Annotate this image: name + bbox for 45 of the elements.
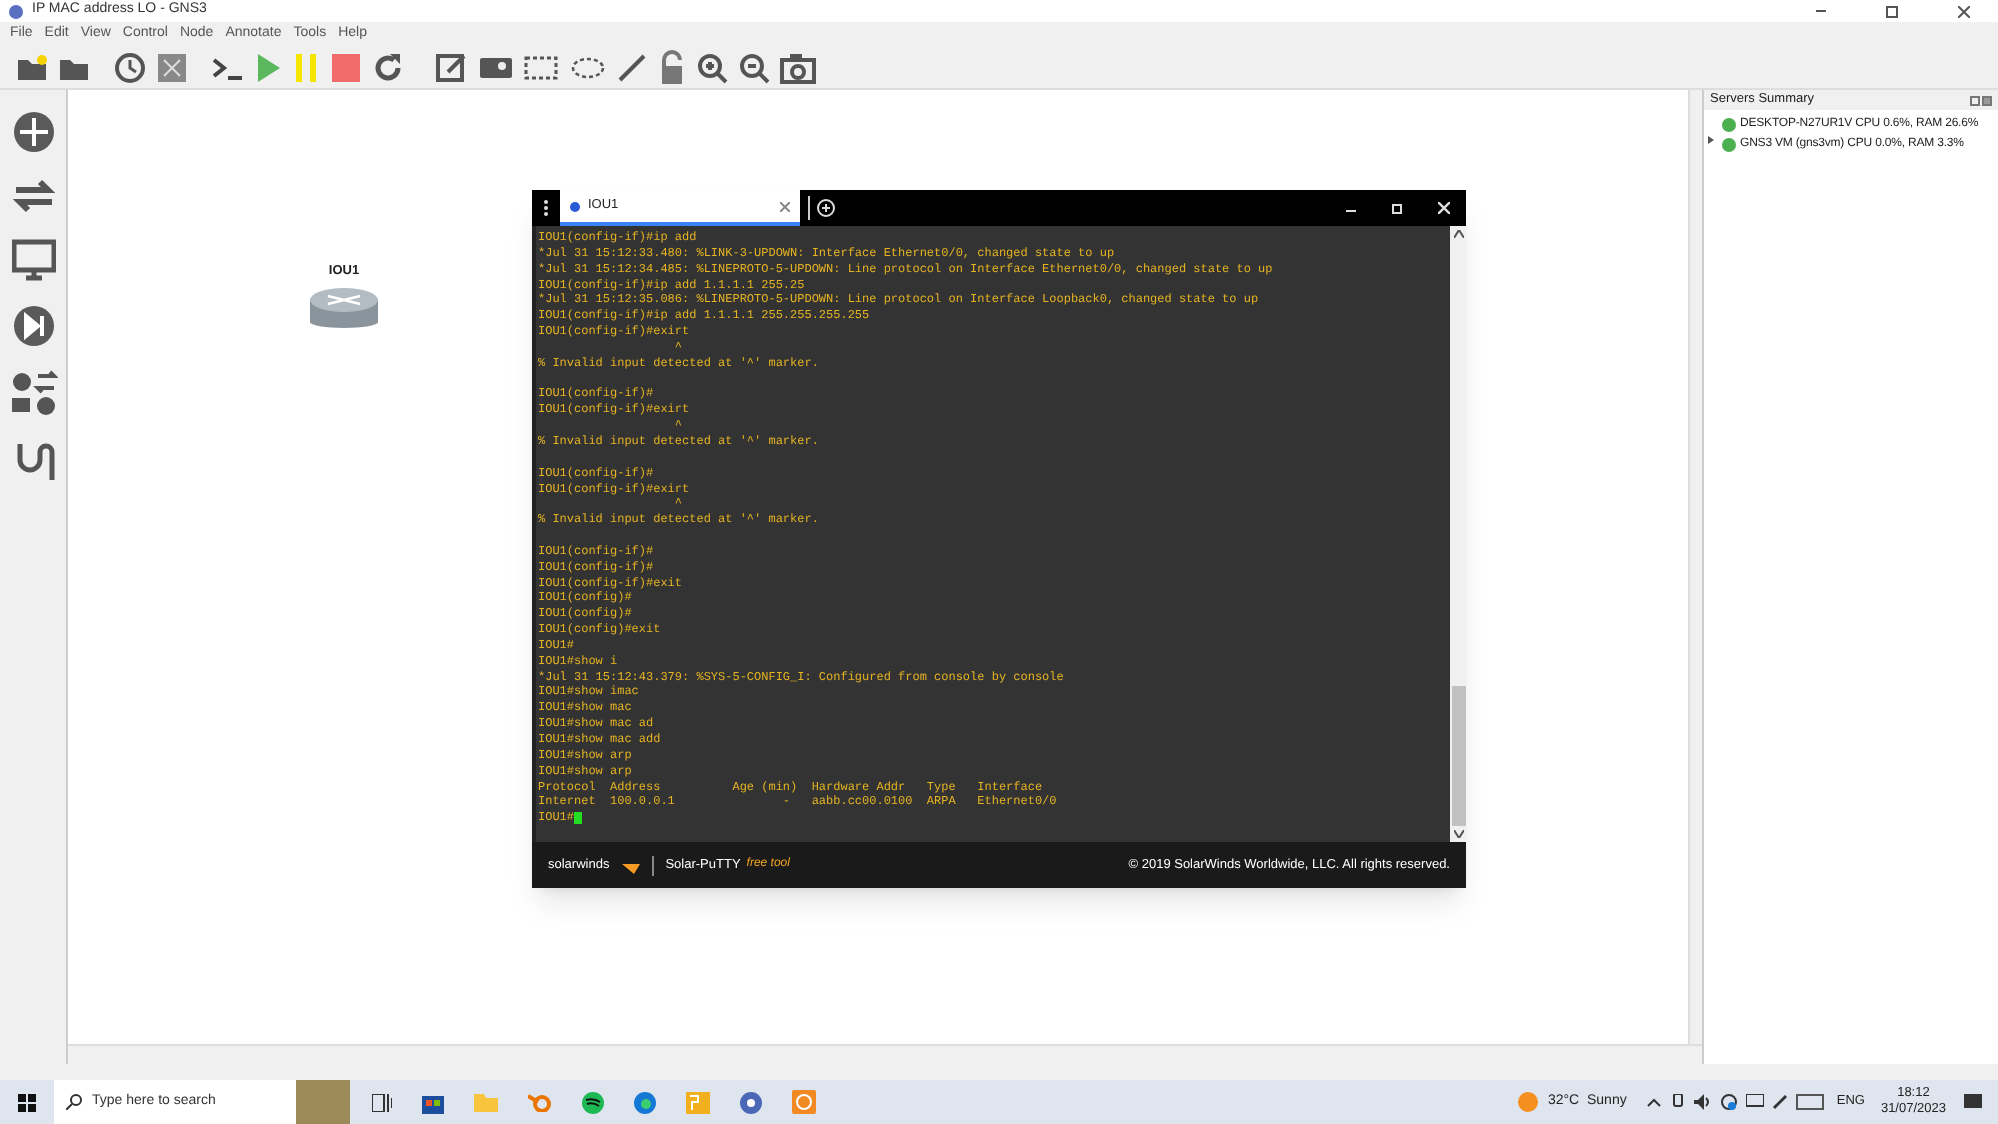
- weather-sun-icon: [1517, 1092, 1538, 1112]
- windows-start-icon[interactable]: [18, 1093, 36, 1111]
- keyboard-icon[interactable]: [1796, 1094, 1825, 1110]
- app-logo-icon: [8, 3, 24, 19]
- task-view-icon[interactable]: [372, 1093, 392, 1111]
- scrollbar-thumb[interactable]: [1451, 686, 1465, 826]
- folder-new-icon[interactable]: [16, 53, 48, 81]
- note-edit-icon[interactable]: [436, 51, 468, 83]
- zoom-out-icon[interactable]: [738, 51, 770, 83]
- switch-category-icon[interactable]: [11, 176, 55, 216]
- line-icon[interactable]: [616, 51, 648, 83]
- zoom-in-icon[interactable]: [696, 51, 728, 83]
- search-highlight-image: [296, 1080, 350, 1124]
- monitor-category-icon[interactable]: [11, 238, 55, 282]
- scroll-down-icon[interactable]: [1453, 830, 1463, 838]
- horizontal-scrollbar[interactable]: [68, 1044, 1702, 1064]
- store-icon[interactable]: [422, 1091, 444, 1113]
- float-icon[interactable]: [1970, 95, 1980, 105]
- pen-icon[interactable]: [1772, 1094, 1789, 1110]
- monitor-icon[interactable]: [1746, 1094, 1765, 1110]
- add-tab-icon[interactable]: [816, 198, 836, 218]
- stop-icon[interactable]: [330, 51, 362, 83]
- scroll-up-icon[interactable]: [1453, 230, 1463, 238]
- close-icon[interactable]: [1958, 5, 1970, 17]
- chevron-up-icon[interactable]: [1646, 1096, 1663, 1108]
- vertical-scrollbar[interactable]: [1688, 90, 1702, 1044]
- maximize-icon[interactable]: [1886, 5, 1898, 17]
- search-icon: [66, 1094, 82, 1110]
- padlock-icon[interactable]: [658, 49, 686, 85]
- rectangle-icon[interactable]: [524, 53, 560, 81]
- console-icon[interactable]: [212, 53, 244, 81]
- music-app-icon[interactable]: [582, 1091, 604, 1113]
- picture-icon[interactable]: [478, 53, 514, 81]
- clock-icon[interactable]: [114, 51, 146, 83]
- speaker-icon[interactable]: [1694, 1094, 1713, 1110]
- expand-arrow-icon[interactable]: [1708, 136, 1714, 145]
- close-tab-icon[interactable]: [780, 201, 790, 211]
- cursor-icon: [574, 811, 583, 824]
- reload-icon[interactable]: [372, 51, 404, 83]
- notification-icon[interactable]: [1964, 1093, 1982, 1111]
- router-icon[interactable]: [308, 283, 380, 328]
- all-devices-icon[interactable]: [9, 370, 57, 418]
- ellipse-icon[interactable]: [570, 53, 606, 81]
- browser-icon[interactable]: [634, 1091, 656, 1113]
- camera-icon[interactable]: [780, 51, 816, 83]
